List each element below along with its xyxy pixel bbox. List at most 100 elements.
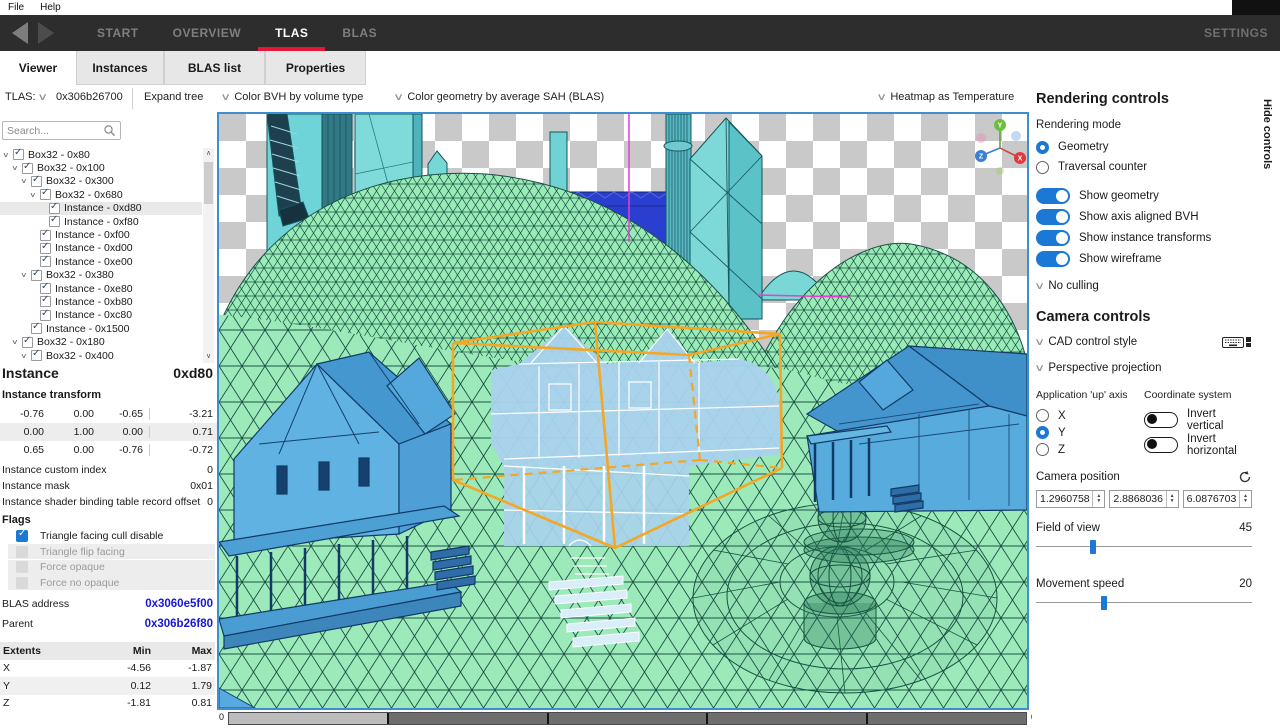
nav-tab-start[interactable]: START — [80, 15, 156, 51]
flag-checkbox[interactable] — [16, 530, 28, 542]
tree-checkbox[interactable]: ✓ — [40, 283, 51, 294]
spinner-arrows-icon[interactable]: ▲▼ — [1239, 491, 1251, 507]
refresh-icon[interactable] — [1238, 470, 1252, 484]
toggle-show-wireframe[interactable]: Show wireframe — [1036, 248, 1252, 269]
camera-position-spinbox[interactable]: 1.2960758▲▼ — [1036, 490, 1105, 508]
fov-slider-handle[interactable] — [1090, 540, 1096, 554]
toggle-icon[interactable] — [1036, 209, 1070, 225]
toggle-invert-horizontal[interactable]: Invert horizontal — [1144, 432, 1252, 457]
toggle-icon[interactable] — [1036, 251, 1070, 267]
tree-checkbox[interactable]: ✓ — [40, 310, 51, 321]
scrollbar-thumb[interactable] — [204, 162, 213, 204]
tree-node[interactable]: ∨✓Box32 - 0x680 — [0, 188, 202, 201]
tree-checkbox[interactable]: ✓ — [49, 203, 60, 214]
forward-arrow-icon[interactable] — [38, 22, 54, 44]
speed-slider-handle[interactable] — [1101, 596, 1107, 610]
tree-node[interactable]: ∨✓Instance - 0xf00 — [0, 228, 202, 241]
toggle-icon[interactable] — [1144, 437, 1178, 453]
nav-tab-blas[interactable]: BLAS — [325, 15, 394, 51]
tree-checkbox[interactable]: ✓ — [40, 230, 51, 241]
radio-icon[interactable] — [1036, 161, 1049, 174]
tree-scrollbar[interactable]: ∧ ∨ — [203, 148, 214, 363]
nav-tab-overview[interactable]: OVERVIEW — [156, 15, 258, 51]
tree-node[interactable]: ∨✓Box32 - 0x400 — [0, 349, 202, 362]
control-style-dropdown[interactable]: ∨ CAD control style — [1036, 331, 1252, 353]
toggle-icon[interactable] — [1036, 188, 1070, 204]
tree-checkbox[interactable]: ✓ — [40, 256, 51, 267]
traversal-segment[interactable] — [229, 713, 389, 724]
nav-tab-tlas[interactable]: TLAS — [258, 15, 325, 51]
spinner-arrows-icon[interactable]: ▲▼ — [1166, 491, 1178, 507]
speed-slider[interactable] — [1036, 596, 1252, 610]
tree-checkbox[interactable]: ✓ — [22, 337, 33, 348]
tree-checkbox[interactable]: ✓ — [13, 149, 24, 160]
toggle-show-geometry[interactable]: Show geometry — [1036, 185, 1252, 206]
traversal-segment[interactable] — [389, 713, 549, 724]
subtab-blas-list[interactable]: BLAS list — [164, 51, 265, 85]
tree-node[interactable]: ∨✓Box32 - 0x180 — [0, 335, 202, 348]
chevron-down-icon[interactable]: ∨ — [37, 92, 48, 103]
radio-icon[interactable] — [1036, 426, 1049, 439]
subtab-properties[interactable]: Properties — [265, 51, 366, 85]
toggle-show-instance-transforms[interactable]: Show instance transforms — [1036, 227, 1252, 248]
tlas-address-dropdown[interactable]: 0x306b26700 — [56, 91, 123, 103]
tree-checkbox[interactable]: ✓ — [49, 216, 60, 227]
radio-up-axis-z[interactable]: Z — [1036, 441, 1144, 458]
tree-checkbox[interactable]: ✓ — [40, 189, 51, 200]
projection-dropdown[interactable]: ∨ Perspective projection — [1036, 357, 1252, 379]
menu-help[interactable]: Help — [32, 2, 69, 13]
tree-checkbox[interactable]: ✓ — [31, 350, 42, 361]
search-input[interactable]: Search... — [2, 121, 121, 140]
radio-up-axis-x[interactable]: X — [1036, 407, 1144, 424]
traversal-segment[interactable] — [868, 713, 1026, 724]
viewport-3d[interactable]: Y X Z — [217, 112, 1029, 710]
tree-node[interactable]: ∨✓Box32 - 0x100 — [0, 161, 202, 174]
tree-node[interactable]: ∨✓Box32 - 0x80 — [0, 148, 202, 161]
radio-icon[interactable] — [1036, 141, 1049, 154]
fov-slider[interactable] — [1036, 540, 1252, 554]
traversal-slider[interactable] — [228, 712, 1027, 725]
tree-node[interactable]: ∨✓Instance - 0xd80 — [0, 202, 202, 215]
menu-file[interactable]: File — [0, 2, 32, 13]
scroll-up-icon[interactable]: ∧ — [203, 148, 214, 160]
tree-checkbox[interactable]: ✓ — [31, 270, 42, 281]
radio-traversal-counter[interactable]: Traversal counter — [1036, 157, 1252, 177]
color-bvh-dropdown[interactable]: ∨Color BVH by volume type — [222, 91, 363, 103]
tree-node[interactable]: ∨✓Box32 - 0x300 — [0, 175, 202, 188]
tree-node[interactable]: ∨✓Instance - 0xf80 — [0, 215, 202, 228]
toggle-icon[interactable] — [1144, 412, 1178, 428]
address-link[interactable]: 0x306b26f80 — [145, 618, 213, 630]
tree-node[interactable]: ∨✓Instance - 0xe00 — [0, 255, 202, 268]
tree-checkbox[interactable]: ✓ — [22, 163, 33, 174]
radio-geometry[interactable]: Geometry — [1036, 137, 1252, 157]
subtab-instances[interactable]: Instances — [76, 51, 164, 85]
address-link[interactable]: 0x3060e5f00 — [145, 598, 213, 610]
spinner-arrows-icon[interactable]: ▲▼ — [1092, 491, 1104, 507]
tree-node[interactable]: ∨✓Instance - 0xb80 — [0, 295, 202, 308]
settings-button[interactable]: SETTINGS — [1192, 15, 1280, 51]
back-arrow-icon[interactable] — [12, 22, 28, 44]
expand-tree-button[interactable]: Expand tree — [144, 91, 203, 103]
traversal-segment[interactable] — [549, 713, 709, 724]
tree-node[interactable]: ∨✓Instance - 0xd00 — [0, 242, 202, 255]
tree-checkbox[interactable]: ✓ — [40, 243, 51, 254]
radio-up-axis-y[interactable]: Y — [1036, 424, 1144, 441]
culling-dropdown[interactable]: ∨ No culling — [1036, 275, 1252, 297]
tree-checkbox[interactable]: ✓ — [31, 176, 42, 187]
camera-position-spinbox[interactable]: 2.8868036▲▼ — [1109, 490, 1178, 508]
tree-node[interactable]: ∨✓Instance - 0xe80 — [0, 282, 202, 295]
tree-checkbox[interactable]: ✓ — [31, 323, 42, 334]
flag-row[interactable]: Triangle facing cull disable — [8, 529, 215, 544]
traversal-segment[interactable] — [708, 713, 868, 724]
color-geometry-dropdown[interactable]: ∨Color geometry by average SAH (BLAS) — [395, 91, 604, 103]
toggle-icon[interactable] — [1036, 230, 1070, 246]
subtab-viewer[interactable]: Viewer — [0, 51, 76, 85]
camera-position-spinbox[interactable]: 6.0876703▲▼ — [1183, 490, 1252, 508]
viewport-3d-scene[interactable]: Y X Z — [219, 114, 1027, 708]
radio-icon[interactable] — [1036, 409, 1049, 422]
scroll-down-icon[interactable]: ∨ — [203, 351, 214, 363]
tree-node[interactable]: ∨✓Instance - 0x1500 — [0, 322, 202, 335]
hide-controls-button[interactable]: Hide controls — [1261, 99, 1273, 169]
toggle-show-axis-aligned-bvh[interactable]: Show axis aligned BVH — [1036, 206, 1252, 227]
radio-icon[interactable] — [1036, 443, 1049, 456]
